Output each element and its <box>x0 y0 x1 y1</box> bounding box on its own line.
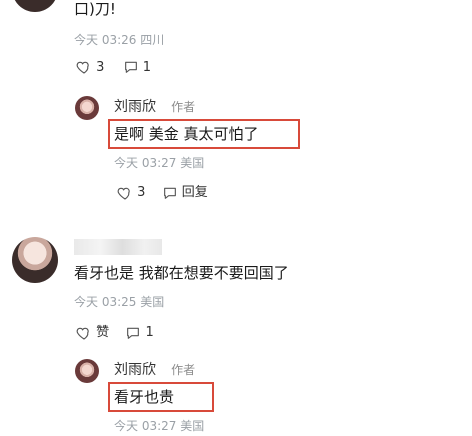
comment2-like-button[interactable]: 赞 <box>76 325 113 340</box>
top-comment-location: 四川 <box>140 33 165 47</box>
top-comment-like-count: 3 <box>96 59 105 75</box>
reply1-reply-button[interactable]: 回复 <box>162 185 208 200</box>
reply2-author-tag: 作者 <box>171 363 196 377</box>
reply2-author-name[interactable]: 刘雨欣 <box>114 362 156 378</box>
top-comment-text: 口)刀! <box>74 0 116 18</box>
comment2-time: 今天 03:25 <box>74 295 137 309</box>
comment2-reply-count: 1 <box>145 325 154 340</box>
avatar-author-reply2[interactable] <box>75 359 99 383</box>
comment-bubble-icon <box>124 61 137 73</box>
reply1-reply-label: 回复 <box>181 185 208 200</box>
comment2-text: 看牙也是 我都在想要不要回国了 <box>74 264 289 282</box>
reply1-header: 刘雨欣 作者 <box>114 96 195 116</box>
comment-bubble-icon <box>127 327 140 339</box>
reply1-author-tag: 作者 <box>171 100 196 114</box>
comment2-actions: 赞 1 <box>76 321 154 341</box>
reply1-author-name[interactable]: 刘雨欣 <box>114 99 156 115</box>
avatar-author-reply1[interactable] <box>75 96 99 120</box>
reply1-time: 今天 03:27 <box>114 156 177 170</box>
top-comment-like-button[interactable]: 3 <box>76 60 109 75</box>
heart-icon <box>76 327 89 340</box>
top-comment-reply-count: 1 <box>142 59 151 75</box>
reply2-header: 刘雨欣 作者 <box>114 359 195 379</box>
reply1-like-count: 3 <box>137 185 146 200</box>
reply2-time: 今天 03:27 <box>114 419 177 433</box>
avatar-commenter-2[interactable] <box>12 237 58 283</box>
top-comment-meta: 今天 03:26 四川 <box>74 31 164 48</box>
comment2-reply-button[interactable]: 1 <box>125 325 154 340</box>
reply1-text: 是啊 美金 真太可怕了 <box>114 125 259 143</box>
heart-icon <box>117 187 130 200</box>
avatar-top[interactable] <box>12 0 58 12</box>
reply1-like-button[interactable]: 3 <box>117 185 150 200</box>
comment2-location: 美国 <box>140 295 165 309</box>
comment-bubble-icon <box>163 187 176 199</box>
top-comment-reply-button[interactable]: 1 <box>123 60 151 75</box>
heart-icon <box>76 61 89 74</box>
reply2-text: 看牙也贵 <box>114 388 175 406</box>
comment2-like-label: 赞 <box>96 325 110 340</box>
reply2-location: 美国 <box>180 419 205 433</box>
comment2-meta: 今天 03:25 美国 <box>74 293 164 310</box>
reply1-actions: 3 回复 <box>117 181 208 201</box>
commenter-2-name-blurred <box>74 239 162 255</box>
reply1-location: 美国 <box>180 156 205 170</box>
reply2-meta: 今天 03:27 美国 <box>114 417 204 434</box>
top-comment-time: 今天 03:26 <box>74 33 137 47</box>
top-comment-actions: 3 1 <box>76 59 151 75</box>
reply1-meta: 今天 03:27 美国 <box>114 154 204 171</box>
